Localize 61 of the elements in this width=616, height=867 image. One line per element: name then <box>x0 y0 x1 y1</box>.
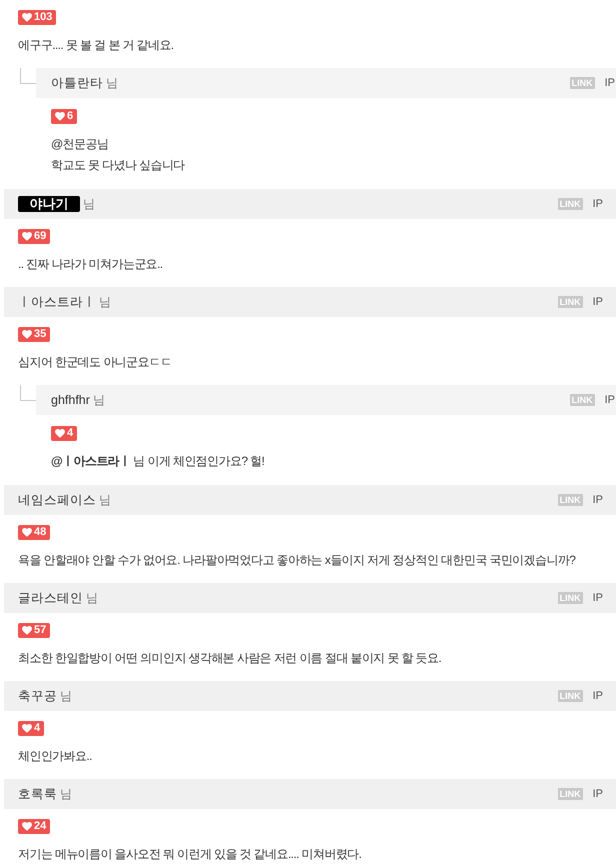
comment-text: 저기는 메뉴이름이 을사오전 뭐 이런게 있을 것 같네요.... 미쳐버렸다. <box>18 846 362 863</box>
ip-label: IP <box>592 196 603 212</box>
comment-text: 학교도 못 다녔나 싶습니다 <box>51 157 185 174</box>
like-badge[interactable]: 6 <box>51 109 78 124</box>
like-count: 6 <box>67 109 74 124</box>
like-badge[interactable]: 57 <box>18 623 50 638</box>
like-count: 4 <box>67 426 74 442</box>
heart-icon <box>22 13 32 22</box>
honorific: 님 <box>106 75 118 92</box>
like-count: 103 <box>34 10 52 26</box>
like-count: 48 <box>34 525 46 540</box>
like-badge[interactable]: 69 <box>18 229 50 244</box>
author-name[interactable]: ㅣ아스트라ㅣ <box>18 292 96 312</box>
comment-text: 심지어 한군데도 아니군요ㄷㄷ <box>18 354 172 371</box>
heart-icon <box>22 330 32 339</box>
honorific: 님 <box>83 196 95 213</box>
ip-label: IP <box>604 76 615 91</box>
like-badge[interactable]: 35 <box>18 327 50 342</box>
ip-label: IP <box>604 392 615 408</box>
honorific: 님 <box>99 294 111 311</box>
ip-label: IP <box>592 590 603 606</box>
honorific: 님 <box>60 786 72 803</box>
ip-label: IP <box>592 294 603 310</box>
comment-text: 최소한 한일합방이 어떤 의미인지 생각해본 사람은 저런 이름 절대 붙이지 못 할 듯요. <box>18 650 442 667</box>
honorific: 님 <box>60 688 72 705</box>
like-count: 24 <box>34 819 46 834</box>
author-name[interactable]: ghfhfhr <box>51 390 90 410</box>
heart-icon <box>55 429 65 438</box>
honorific: 님 <box>92 392 105 409</box>
ip-label: IP <box>592 786 603 802</box>
like-badge[interactable]: 4 <box>51 426 78 441</box>
author-name[interactable]: 호록룩 <box>18 784 57 804</box>
author-name[interactable]: 야나기 <box>18 196 80 212</box>
comment-text: 체인인가봐요.. <box>18 748 92 765</box>
comment-text: .. 진짜 나라가 미쳐가는군요.. <box>18 256 163 273</box>
author-name[interactable]: 아틀란타 <box>51 74 103 92</box>
like-badge[interactable]: 48 <box>18 525 50 540</box>
author-name[interactable]: 글라스테인 <box>18 588 83 608</box>
heart-icon <box>22 626 32 635</box>
author-name[interactable]: 네임스페이스 <box>18 490 96 510</box>
heart-icon <box>22 724 32 733</box>
comment-text: 에구구.... 못 볼 걸 본 거 같네요. <box>18 37 174 54</box>
comment-text: 욕을 안할래야 안할 수가 없어요. 나라팔아먹었다고 좋아하는 x들이지 저게 정상적인 대한민국 국민이겠습니까? <box>18 552 576 569</box>
like-badge[interactable]: 103 <box>18 10 56 25</box>
comment-text: @ㅣ아스트라ㅣ 님 이게 체인점인가요? 헐! <box>51 453 264 470</box>
ip-label: IP <box>592 688 603 704</box>
like-badge[interactable]: 4 <box>18 721 44 736</box>
heart-icon <box>22 528 32 537</box>
like-badge[interactable]: 24 <box>18 819 50 834</box>
author-name[interactable]: 축꾸공 <box>18 686 57 706</box>
like-count: 69 <box>34 229 46 244</box>
comment-text: @천문공님 <box>51 136 110 153</box>
like-count: 35 <box>34 327 46 342</box>
heart-icon <box>55 112 65 121</box>
like-count: 4 <box>34 721 40 736</box>
ip-label: IP <box>592 492 603 508</box>
heart-icon <box>22 822 32 831</box>
honorific: 님 <box>86 590 98 607</box>
honorific: 님 <box>99 492 111 509</box>
heart-icon <box>22 232 32 241</box>
like-count: 57 <box>34 623 46 638</box>
